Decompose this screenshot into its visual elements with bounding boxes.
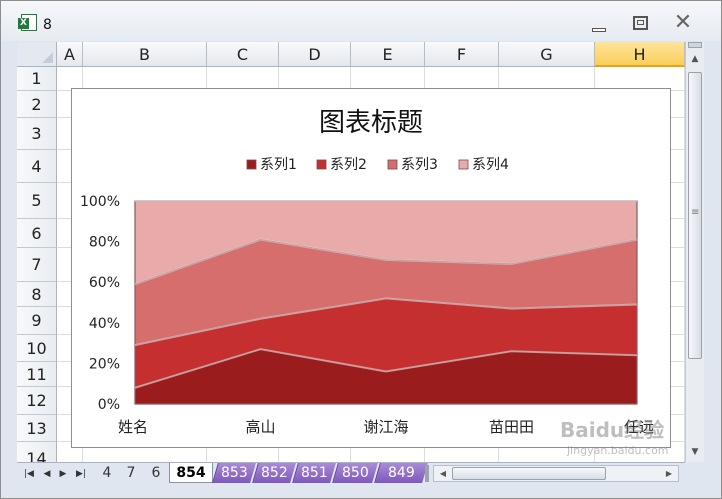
sheet-tab-label: 850 <box>342 465 369 481</box>
next-sheet-icon[interactable]: ▶ <box>55 466 71 482</box>
vertical-scrollbar[interactable]: ▲ ▼ <box>685 42 704 462</box>
horizontal-split-handle[interactable] <box>425 465 429 482</box>
x-category-label: 谢江海 <box>363 418 408 436</box>
row-header-1[interactable]: 1 <box>17 67 57 91</box>
row-header-4[interactable]: 4 <box>17 150 57 183</box>
column-header-f[interactable]: F <box>425 42 499 67</box>
y-tick-label: 0% <box>98 397 120 413</box>
sheet-tab-853[interactable]: 853 <box>212 463 256 483</box>
row-header-10[interactable]: 10 <box>17 335 57 362</box>
sheet-tab-851[interactable]: 851 <box>292 463 336 483</box>
sheet-tab-850[interactable]: 850 <box>332 463 378 483</box>
x-category-label: 苗田田 <box>489 418 534 436</box>
legend-swatch-系列2 <box>316 159 327 170</box>
excel-icon: X <box>18 14 37 31</box>
row-header-13[interactable]: 13 <box>17 415 57 442</box>
sheet-tab-849[interactable]: 849 <box>374 463 428 483</box>
sheet-tab-label: 7 <box>126 465 136 481</box>
column-header-d[interactable]: D <box>279 42 351 67</box>
legend-label: 系列2 <box>330 157 367 173</box>
row-header-12[interactable]: 12 <box>17 387 57 415</box>
x-category-label: 任远 <box>624 418 654 436</box>
sheet-tab-label: 854 <box>176 465 206 481</box>
sheet-tab-label: 6 <box>151 465 161 481</box>
column-header-g[interactable]: G <box>499 42 595 67</box>
column-header-b[interactable]: B <box>83 42 207 67</box>
chart-svg: 0% 20% 40% 60% 80% 100% 姓名 高山 谢江海 苗田田 任远 图表标题系列1 系列2… <box>80 108 654 436</box>
legend-label: 系列3 <box>401 157 438 173</box>
chart-title: 图表标题 <box>319 108 423 138</box>
sheet-tab-label: 852 <box>261 465 288 481</box>
x-category-label: 姓名 <box>118 418 148 436</box>
sheet-tab-label: 851 <box>301 465 328 481</box>
maximize-button[interactable] <box>629 13 653 33</box>
minimize-button[interactable] <box>588 13 612 33</box>
legend-label: 系列1 <box>260 157 297 173</box>
y-tick-label: 40% <box>89 316 120 332</box>
horizontal-scrollbar[interactable]: ◀ ▶ <box>433 465 679 482</box>
scroll-left-arrow-icon[interactable]: ◀ <box>436 466 450 481</box>
sheet-tab-4[interactable]: 4 <box>97 463 117 483</box>
sheet-tab-label: 4 <box>102 465 112 481</box>
horizontal-scroll-thumb[interactable] <box>452 467 606 480</box>
scroll-up-arrow-icon[interactable]: ▲ <box>686 51 704 67</box>
scroll-down-arrow-icon[interactable]: ▼ <box>686 444 704 460</box>
legend-swatch-系列3 <box>387 159 398 170</box>
row-header-2[interactable]: 2 <box>17 91 57 118</box>
window-title: 8 <box>43 17 52 33</box>
row-header-9[interactable]: 9 <box>17 307 57 335</box>
y-tick-label: 80% <box>89 235 120 251</box>
row-header-7[interactable]: 7 <box>17 248 57 282</box>
row-header-3[interactable]: 3 <box>17 118 57 150</box>
select-all-corner[interactable] <box>17 42 57 67</box>
legend-swatch-系列4 <box>458 159 469 170</box>
first-sheet-icon[interactable]: |◀ <box>21 466 37 482</box>
row-header-6[interactable]: 6 <box>17 219 57 248</box>
vertical-split-handle[interactable] <box>688 42 702 48</box>
column-header-h[interactable]: H <box>595 42 685 67</box>
row-header-8[interactable]: 8 <box>17 282 57 307</box>
column-header-e[interactable]: E <box>351 42 425 67</box>
scroll-right-arrow-icon[interactable]: ▶ <box>662 466 676 481</box>
sheet-tab-label: 853 <box>221 465 248 481</box>
x-category-label: 高山 <box>245 418 275 436</box>
title-bar: X 8 ✕ <box>1 1 721 41</box>
chart-object[interactable]: 0% 20% 40% 60% 80% 100% 姓名 高山 谢江海 苗田田 任远 图表标题系列1 系列2… <box>71 88 671 448</box>
row-header-5[interactable]: 5 <box>17 183 57 219</box>
row-header-14[interactable]: 14 <box>17 442 57 462</box>
column-header-c[interactable]: C <box>207 42 279 67</box>
sheet-tab-7[interactable]: 7 <box>121 463 141 483</box>
sheet-tab-854[interactable]: 854 <box>169 463 213 483</box>
legend-swatch-系列1 <box>246 159 257 170</box>
y-tick-label: 60% <box>89 275 120 291</box>
prev-sheet-icon[interactable]: ◀ <box>39 466 55 482</box>
y-tick-label: 100% <box>80 194 120 210</box>
close-button[interactable]: ✕ <box>671 12 695 34</box>
row-header-11[interactable]: 11 <box>17 362 57 387</box>
sheet-tab-label: 849 <box>388 465 415 481</box>
y-tick-label: 20% <box>89 356 120 372</box>
sheet-tab-bar: |◀ ◀ ▶ ▶| 4 7 6 854 853 852 851 850 849 ◀ ▶ <box>17 462 685 484</box>
legend-label: 系列4 <box>472 157 509 173</box>
vertical-scroll-thumb[interactable] <box>688 72 702 359</box>
last-sheet-icon[interactable]: ▶| <box>73 466 89 482</box>
sheet-tab-6[interactable]: 6 <box>145 463 167 483</box>
sheet-tab-852[interactable]: 852 <box>252 463 296 483</box>
column-header-a[interactable]: A <box>57 42 83 67</box>
